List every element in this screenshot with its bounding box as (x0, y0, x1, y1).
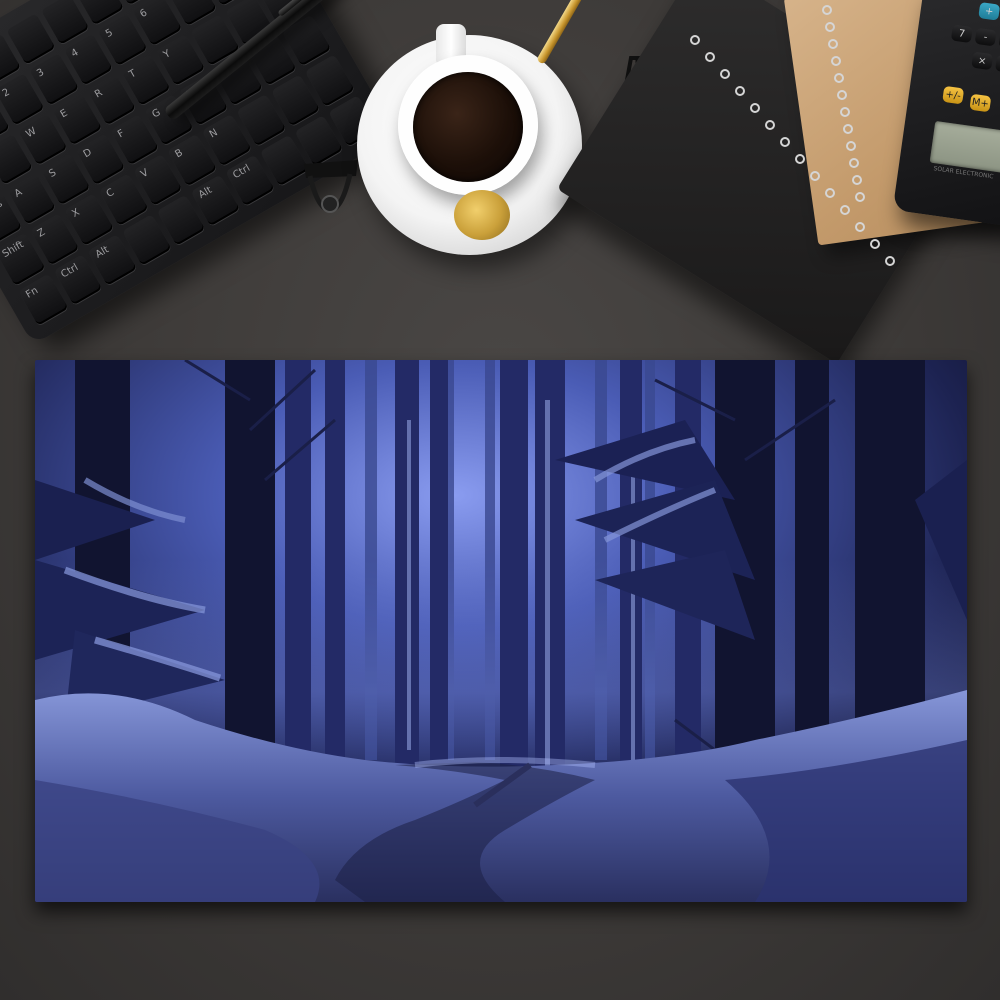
spiral-ring (720, 69, 730, 79)
spiral-ring (870, 239, 880, 249)
spiral-ring (846, 141, 856, 151)
spiral-ring (840, 205, 850, 215)
snowy-forest-artwork (35, 360, 967, 902)
spiral-ring (810, 171, 820, 181)
gold-spoon (454, 190, 510, 240)
spiral-ring (795, 154, 805, 164)
calc-button[interactable]: +/- (942, 85, 965, 105)
spiral-ring (849, 158, 859, 168)
spiral-ring (885, 256, 895, 266)
spiral-ring (825, 188, 835, 198)
spiral-ring (837, 90, 847, 100)
spiral-ring (855, 222, 865, 232)
spiral-ring (765, 120, 775, 130)
desk-mat (35, 360, 967, 902)
desk-surface: Esc`1234567TabQWERTYCapsASDFGHShiftZXCVB… (0, 0, 1000, 1000)
calc-button[interactable]: M+ (969, 93, 992, 113)
spiral-ring (705, 52, 715, 62)
spiral-ring (828, 39, 838, 49)
spiral-ring (855, 192, 865, 202)
spiral-ring (852, 175, 862, 185)
calc-button[interactable]: - (974, 27, 997, 47)
calc-button[interactable]: + (978, 2, 1000, 21)
spiral-ring (840, 107, 850, 117)
gold-spoon-handle (536, 0, 599, 65)
spiral-ring (843, 124, 853, 134)
spiral-ring (825, 22, 835, 32)
spiral-ring (780, 137, 790, 147)
calc-button[interactable]: × (971, 51, 994, 71)
spiral-ring (750, 103, 760, 113)
spiral-ring (690, 35, 700, 45)
spiral-ring (822, 5, 832, 15)
spiral-ring (735, 86, 745, 96)
spiral-ring (831, 56, 841, 66)
binder-clip-icon (304, 160, 358, 213)
spiral-ring (834, 73, 844, 83)
coffee (413, 72, 523, 182)
calc-button[interactable]: ÷ (994, 54, 1000, 74)
calc-button[interactable]: 7 (950, 24, 973, 44)
